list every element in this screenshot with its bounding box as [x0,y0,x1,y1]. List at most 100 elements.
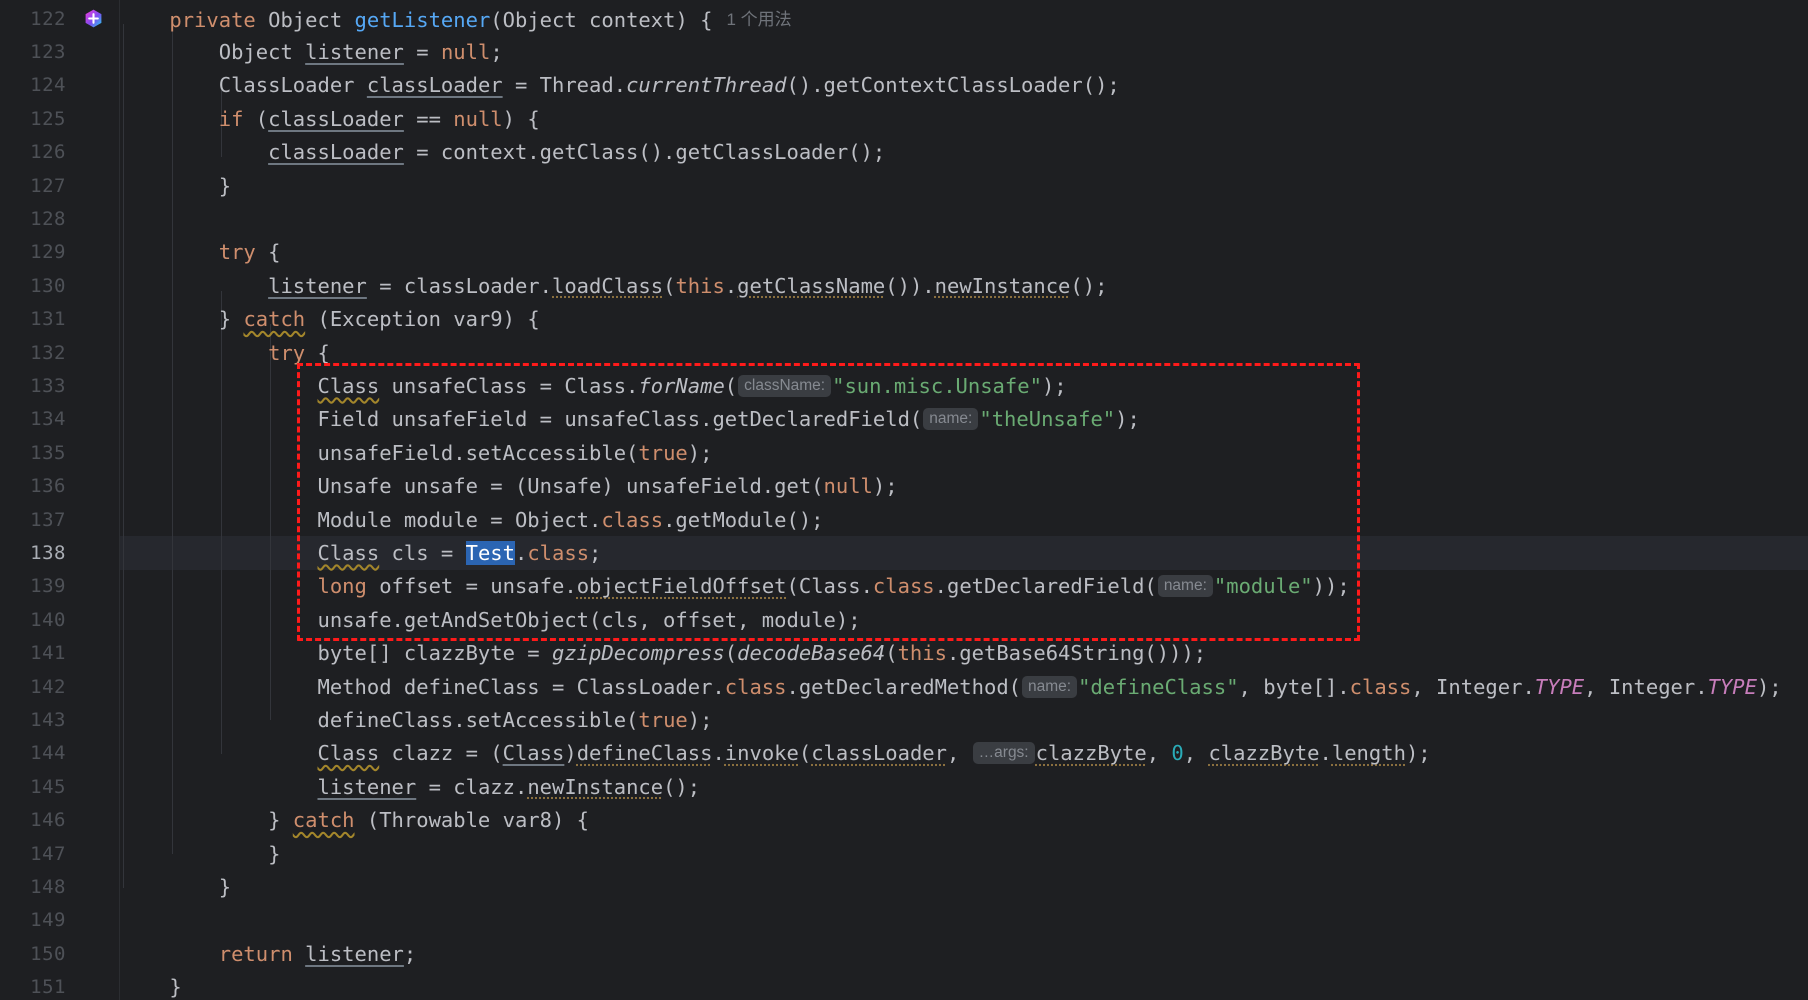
gutter-line-123[interactable]: 123 [0,35,120,68]
gutter-line-145[interactable]: 145 [0,770,120,803]
gutter-line-149[interactable]: 149 [0,904,120,937]
line-number: 122 [30,7,66,30]
usages-inlay-hint[interactable]: 1 个用法 [712,10,791,29]
line-number: 143 [30,709,66,732]
code-line-149[interactable] [120,904,1808,937]
code-line-139[interactable]: long offset = unsafe.objectFieldOffset(C… [120,570,1808,603]
code-line-127[interactable]: } [120,169,1808,202]
line-number: 123 [30,41,66,64]
code-line-131[interactable]: } catch (Exception var9) { [120,303,1808,336]
gutter-line-148[interactable]: 148 [0,870,120,903]
line-number: 146 [30,809,66,832]
line-number: 147 [30,842,66,865]
line-number: 151 [30,976,66,999]
code-editor[interactable]: 122 123 124 125 126 127 128 129 130 131 132 133 134 1… [0,0,1808,1000]
code-line-124[interactable]: ClassLoader classLoader = Thread.current… [120,69,1808,102]
code-line-140[interactable]: unsafe.getAndSetObject(cls, offset, modu… [120,603,1808,636]
gutter-line-133[interactable]: 133 [0,369,120,402]
line-number: 139 [30,575,66,598]
gutter-line-141[interactable]: 141 [0,637,120,670]
code-line-126[interactable]: classLoader = context.getClass().getClas… [120,136,1808,169]
gutter-line-128[interactable]: 128 [0,202,120,235]
code-line-135[interactable]: unsafeField.setAccessible(true); [120,436,1808,469]
gutter-line-122[interactable]: 122 [0,2,120,35]
line-number: 128 [30,208,66,231]
line-number: 129 [30,241,66,264]
line-number: 148 [30,876,66,899]
code-line-136[interactable]: Unsafe unsafe = (Unsafe) unsafeField.get… [120,470,1808,503]
editor-gutter[interactable]: 122 123 124 125 126 127 128 129 130 131 132 133 134 1… [0,0,120,1000]
parameter-inlay-hint: …args: [972,742,1035,765]
gutter-line-147[interactable]: 147 [0,837,120,870]
gutter-line-127[interactable]: 127 [0,169,120,202]
parameter-inlay-hint: name: [1022,675,1078,698]
code-line-151[interactable]: } [120,971,1808,1000]
code-line-142[interactable]: Method defineClass = ClassLoader.class.g… [120,670,1808,703]
line-number: 135 [30,441,66,464]
code-line-150[interactable]: return listener; [120,937,1808,970]
gutter-line-132[interactable]: 132 [0,336,120,369]
line-number: 138 [30,542,66,565]
parameter-inlay-hint: name: [1157,575,1213,598]
line-number: 144 [30,742,66,765]
line-number: 130 [30,274,66,297]
gutter-line-138[interactable]: 138 [0,536,120,569]
line-number: 149 [30,909,66,932]
line-number: 124 [30,74,66,97]
gutter-line-129[interactable]: 129 [0,236,120,269]
code-line-123[interactable]: Object listener = null; [120,35,1808,68]
code-line-146[interactable]: } catch (Throwable var8) { [120,804,1808,837]
gutter-line-142[interactable]: 142 [0,670,120,703]
gutter-line-151[interactable]: 151 [0,971,120,1000]
gutter-line-131[interactable]: 131 [0,303,120,336]
code-line-130[interactable]: listener = classLoader.loadClass(this.ge… [120,269,1808,302]
code-line-137[interactable]: Module module = Object.class.getModule()… [120,503,1808,536]
gutter-line-139[interactable]: 139 [0,570,120,603]
gutter-line-130[interactable]: 130 [0,269,120,302]
gutter-line-143[interactable]: 143 [0,703,120,736]
line-number: 142 [30,675,66,698]
code-content[interactable]: private Object getListener(Object contex… [120,0,1808,1000]
code-line-141[interactable]: byte[] clazzByte = gzipDecompress(decode… [120,637,1808,670]
line-number: 150 [30,942,66,965]
ai-assistant-hexagon-icon[interactable] [84,9,103,28]
gutter-line-140[interactable]: 140 [0,603,120,636]
line-number: 145 [30,775,66,798]
gutter-line-150[interactable]: 150 [0,937,120,970]
code-line-145[interactable]: listener = clazz.newInstance(); [120,770,1808,803]
line-number: 125 [30,107,66,130]
line-number: 133 [30,375,66,398]
line-number: 137 [30,508,66,531]
code-line-134[interactable]: Field unsafeField = unsafeClass.getDecla… [120,403,1808,436]
gutter-line-126[interactable]: 126 [0,136,120,169]
code-line-132[interactable]: try { [120,336,1808,369]
code-line-128[interactable] [120,202,1808,235]
line-number: 126 [30,141,66,164]
code-line-129[interactable]: try { [120,236,1808,269]
code-line-125[interactable]: if (classLoader == null) { [120,102,1808,135]
code-line-144[interactable]: Class clazz = (Class)defineClass.invoke(… [120,737,1808,770]
gutter-line-136[interactable]: 136 [0,470,120,503]
selected-text[interactable]: Test [465,541,515,566]
gutter-line-137[interactable]: 137 [0,503,120,536]
code-line-147[interactable]: } [120,837,1808,870]
line-number: 132 [30,341,66,364]
gutter-line-125[interactable]: 125 [0,102,120,135]
code-line-143[interactable]: defineClass.setAccessible(true); [120,703,1808,736]
gutter-line-124[interactable]: 124 [0,69,120,102]
line-number: 141 [30,642,66,665]
gutter-line-144[interactable]: 144 [0,737,120,770]
gutter-line-146[interactable]: 146 [0,804,120,837]
gutter-line-134[interactable]: 134 [0,403,120,436]
line-number: 136 [30,475,66,498]
parameter-inlay-hint: name: [923,408,979,431]
code-line-122[interactable]: private Object getListener(Object contex… [120,2,1808,35]
line-number: 140 [30,608,66,631]
code-line-133[interactable]: Class unsafeClass = Class.forName(classN… [120,369,1808,402]
code-line-138[interactable]: Class cls = Test.class; [120,536,1808,569]
gutter-line-135[interactable]: 135 [0,436,120,469]
parameter-inlay-hint: className: [738,375,832,398]
line-number: 134 [30,408,66,431]
code-line-148[interactable]: } [120,870,1808,903]
line-number: 131 [30,308,66,331]
